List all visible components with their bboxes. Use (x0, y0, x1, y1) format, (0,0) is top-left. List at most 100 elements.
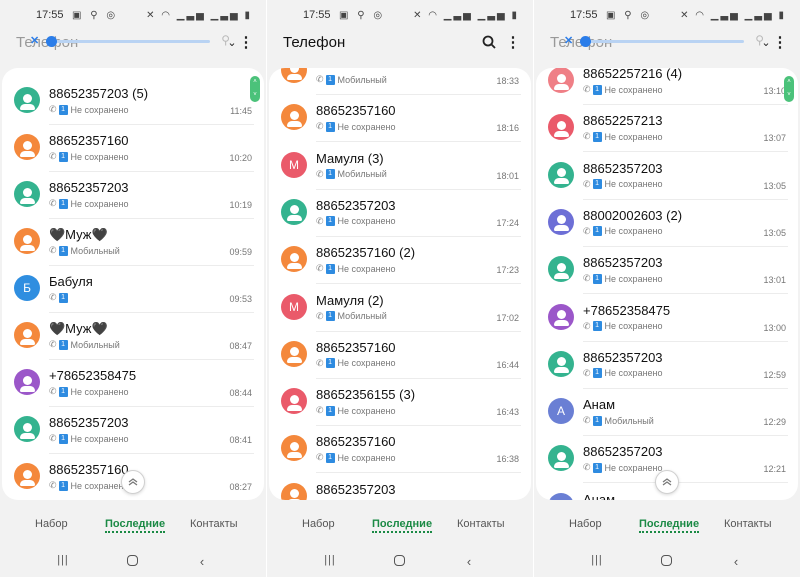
contact-avatar[interactable] (281, 340, 307, 367)
signal-battery-icons: ✕ ◠ ▁▃▅ ▁▃▅ ▮ (146, 10, 252, 21)
home-icon[interactable] (122, 554, 142, 569)
call-log-row[interactable]: 88652357203 (5) ✆ 1 Не сохранено 11:45 (2, 78, 264, 125)
tab-contacts[interactable]: Контакты (457, 518, 505, 530)
call-type-icon: ✆ (316, 121, 324, 132)
call-log-row[interactable]: 88652357203✆1Не сохранено16:37 (269, 474, 531, 500)
contact-avatar[interactable] (14, 463, 40, 489)
recent-apps-icon[interactable]: ||| (53, 554, 73, 566)
contact-avatar[interactable] (281, 246, 307, 273)
tab-contacts[interactable]: Контакты (190, 518, 238, 530)
fast-scroll-handle[interactable]: ˄ ˅ (784, 76, 794, 102)
mute-icon[interactable]: ✕ (564, 34, 573, 47)
tab-keypad[interactable]: Набор (35, 518, 68, 530)
call-log-row[interactable]: ✆ 1 Мобильный 18:33 (269, 68, 531, 95)
home-icon[interactable] (389, 554, 409, 569)
call-log-row[interactable]: 88002002603 (2) ✆ 1 Не сохранено 13:05 (536, 200, 798, 247)
call-log-row[interactable]: 88652356155 (3) ✆ 1 Не сохранено 16:43 (269, 379, 531, 427)
tab-keypad[interactable]: Набор (569, 518, 602, 530)
contact-avatar[interactable] (14, 322, 40, 348)
contact-avatar[interactable] (281, 482, 307, 500)
call-log-row[interactable]: 🖤Муж🖤 ✆ 1 Мобильный 09:59 (2, 219, 264, 266)
contact-avatar[interactable] (548, 114, 574, 141)
call-log-row[interactable]: 88652357203 ✆ 1 Не сохранено 08:41 (2, 407, 264, 454)
more-options-icon[interactable]: ⋮ (236, 32, 256, 52)
call-log-row[interactable]: +78652358475 ✆ 1 Не сохранено 08:44 (2, 360, 264, 407)
call-log-row[interactable]: 88652357203 ✆ 1 Не сохранено 13:01 (536, 247, 798, 295)
contact-avatar[interactable] (14, 228, 40, 254)
contact-avatar[interactable]: М (281, 293, 307, 320)
contact-avatar[interactable] (548, 256, 574, 283)
person-icon (19, 422, 35, 439)
contact-avatar[interactable] (281, 435, 307, 462)
contact-avatar[interactable] (548, 208, 574, 235)
volume-slider-thumb[interactable] (580, 36, 591, 47)
call-log-row[interactable]: М Мамуля (2) ✆ 1 Мобильный 17:02 (269, 285, 531, 332)
contact-avatar[interactable]: А (548, 492, 574, 500)
back-icon[interactable]: ‹ (459, 554, 479, 569)
number-label: Не сохранено (604, 368, 663, 379)
contact-avatar[interactable] (548, 161, 574, 188)
volume-slider-thumb[interactable] (46, 36, 57, 47)
tab-recents[interactable]: Последние (372, 518, 433, 533)
contact-avatar[interactable] (281, 68, 307, 83)
call-log-row[interactable]: 88652257216 (4) ✆ 1 Не сохранено 13:10 (536, 68, 798, 105)
tab-keypad[interactable]: Набор (302, 518, 335, 530)
scroll-to-top-button[interactable] (121, 470, 145, 494)
call-log-row[interactable]: 88652357160 (2) ✆ 1 Не сохранено 17:23 (269, 237, 531, 285)
caller-name: 88652357160 (49, 462, 129, 477)
contact-avatar[interactable] (281, 104, 307, 131)
call-log-row[interactable]: 88652357160 ✆ 1 Не сохранено 10:20 (2, 125, 264, 172)
recent-apps-icon[interactable]: ||| (320, 554, 340, 566)
volume-slider[interactable] (46, 36, 210, 47)
call-log-row[interactable]: 88652357203 ✆ 1 Не сохранено 10:19 (2, 172, 264, 219)
number-label: Не сохранено (70, 104, 129, 115)
sim1-icon: 1 (58, 151, 68, 162)
call-log-row[interactable]: 88652357160 ✆ 1 Не сохранено 18:16 (269, 95, 531, 143)
call-log-row[interactable]: 88652357160 ✆ 1 Не сохранено 16:44 (269, 332, 531, 379)
tab-contacts[interactable]: Контакты (724, 518, 772, 530)
contact-avatar[interactable] (548, 303, 574, 330)
contact-avatar[interactable] (548, 68, 574, 93)
mute-icon[interactable]: ✕ (30, 34, 39, 47)
call-log-row[interactable]: 88652357203 ✆ 1 Не сохранено 12:59 (536, 342, 798, 389)
contact-avatar[interactable] (548, 350, 574, 377)
tab-recents[interactable]: Последние (105, 518, 166, 533)
contact-avatar[interactable]: Б (14, 275, 40, 301)
scroll-to-top-button[interactable] (655, 470, 679, 494)
contact-avatar[interactable] (281, 198, 307, 225)
call-log-row[interactable]: А Анам ✆ 1 Мобильный 12:29 (536, 389, 798, 437)
home-icon[interactable] (656, 554, 676, 569)
person-icon (553, 73, 569, 90)
call-details: ✆ 1 Не сохранено (49, 151, 129, 162)
contact-avatar[interactable] (14, 369, 40, 395)
contact-avatar[interactable] (281, 388, 307, 415)
call-type-icon: ✆ (583, 367, 591, 378)
caller-name: Анам (583, 491, 616, 500)
call-log-row[interactable]: М Мамуля (3) ✆ 1 Мобильный 18:01 (269, 143, 531, 190)
caller-name: 88652357203 (583, 255, 663, 271)
search-icon[interactable] (479, 32, 499, 52)
call-log-row[interactable]: 88652357203 ✆ 1 Не сохранено 13:05 (536, 153, 798, 200)
contact-avatar[interactable] (548, 445, 574, 472)
call-log-row[interactable]: 88652357203 ✆ 1 Не сохранено 17:24 (269, 190, 531, 237)
recent-apps-icon[interactable]: ||| (587, 554, 607, 566)
fast-scroll-handle[interactable]: ˄ ˅ (250, 76, 260, 102)
contact-avatar[interactable] (14, 87, 40, 113)
call-log-row[interactable]: Б Бабуля ✆ 1 09:53 (2, 266, 264, 313)
call-log-row[interactable]: 🖤Муж🖤 ✆ 1 Мобильный 08:47 (2, 313, 264, 360)
call-log-row[interactable]: 88652257213 ✆ 1 Не сохранено 13:07 (536, 105, 798, 153)
contact-avatar[interactable] (14, 134, 40, 160)
tab-recents[interactable]: Последние (639, 518, 700, 533)
back-icon[interactable]: ‹ (726, 554, 746, 569)
call-log-row[interactable]: 88652357160 ✆ 1 Не сохранено 16:38 (269, 426, 531, 474)
contact-avatar[interactable]: А (548, 398, 574, 425)
volume-slider[interactable] (580, 36, 744, 47)
more-options-icon[interactable]: ⋮ (770, 32, 790, 52)
call-log-row[interactable]: +78652358475 ✆ 1 Не сохранено 13:00 (536, 295, 798, 342)
number-label: Не сохранено (604, 462, 663, 473)
contact-avatar[interactable] (14, 416, 40, 442)
back-icon[interactable]: ‹ (192, 554, 212, 569)
more-options-icon[interactable]: ⋮ (503, 32, 523, 52)
contact-avatar[interactable]: М (281, 151, 307, 178)
contact-avatar[interactable] (14, 181, 40, 207)
